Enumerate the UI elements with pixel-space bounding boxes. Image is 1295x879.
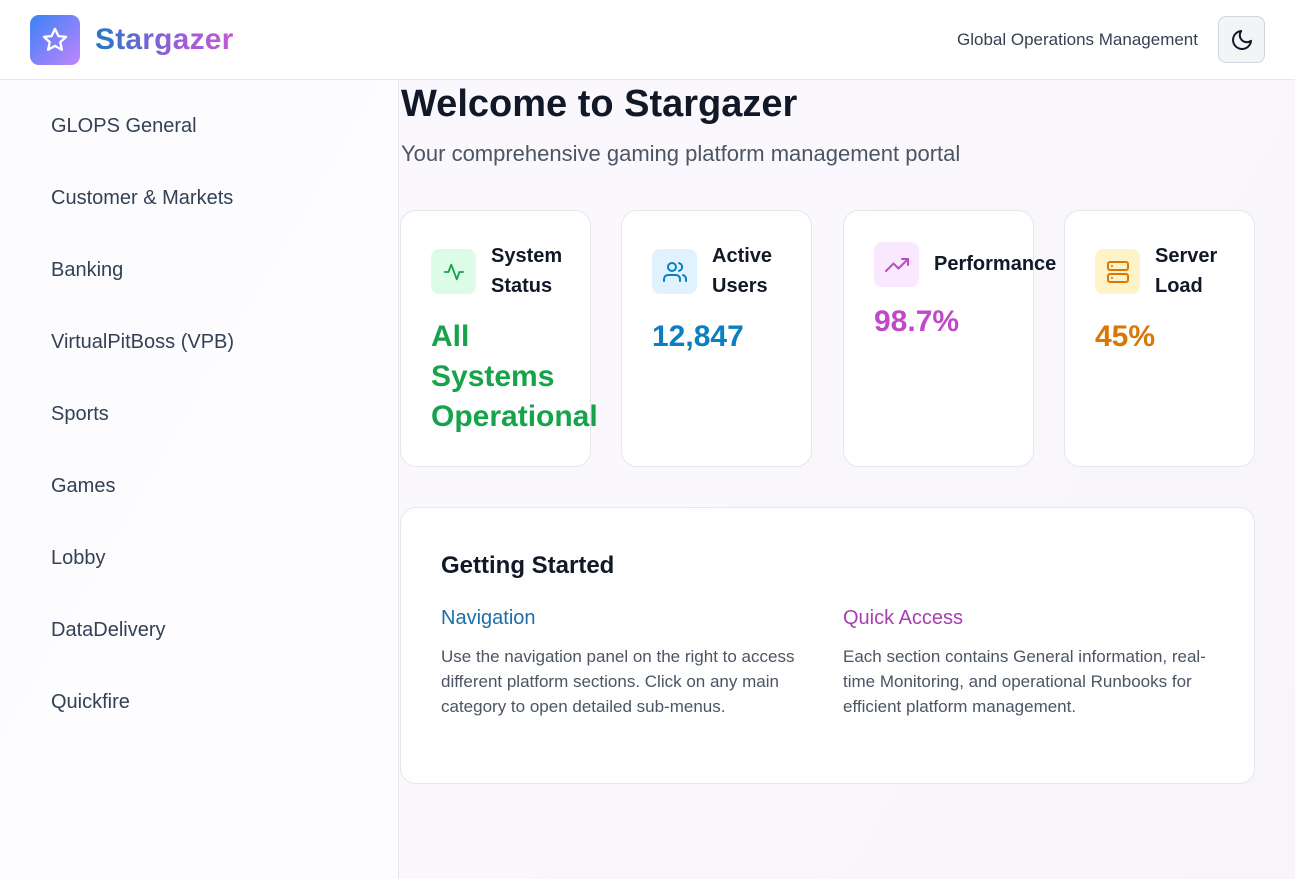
active-users-card: Active Users 12,847 <box>621 210 812 467</box>
theme-toggle-button[interactable] <box>1218 16 1265 63</box>
card-label: System Status <box>491 241 562 301</box>
status-value-line: All <box>431 320 470 353</box>
sidebar-item-customer-markets[interactable]: Customer & Markets <box>51 184 233 212</box>
sidebar-item-banking[interactable]: Banking <box>51 256 123 284</box>
sidebar-item-quickfire[interactable]: Quickfire <box>51 688 130 716</box>
page-title: Welcome to Stargazer <box>401 83 798 125</box>
moon-icon <box>1231 29 1252 50</box>
brand-name[interactable]: Stargazer <box>95 20 234 60</box>
users-icon-box <box>652 249 697 294</box>
trending-up-icon <box>884 257 909 272</box>
active-users-value: 12,847 <box>652 320 744 353</box>
server-icon <box>1106 260 1129 283</box>
quick-access-heading: Quick Access <box>843 607 964 629</box>
card-label-line: Load <box>1155 275 1203 297</box>
sidebar-item-lobby[interactable]: Lobby <box>51 544 106 572</box>
card-label-line: Server <box>1155 245 1218 267</box>
server-load-card: Server Load 45% <box>1064 210 1255 467</box>
card-label-line: Users <box>712 275 768 297</box>
activity-icon <box>443 263 464 280</box>
quick-access-text: Each section contains General informatio… <box>843 647 1206 716</box>
performance-value: 98.7% <box>874 305 960 338</box>
performance-card: Performance 98.7% <box>843 210 1056 467</box>
sidebar-item-virtualpitboss[interactable]: VirtualPitBoss (VPB) <box>51 328 234 356</box>
navigation-heading: Navigation <box>441 607 536 629</box>
sidebar-item-games[interactable]: Games <box>51 472 115 500</box>
trending-icon-box <box>874 242 919 287</box>
card-label: Performance <box>934 253 1057 275</box>
server-load-value: 45% <box>1095 320 1156 353</box>
system-status-value: All Systems Operational <box>431 317 598 437</box>
card-label: Active Users <box>712 241 772 301</box>
system-status-card: System Status All Systems Operational <box>400 210 598 467</box>
top-header: Stargazer Global Operations Management <box>0 0 1295 80</box>
status-value-line: Systems <box>431 360 555 393</box>
page-subtitle: Your comprehensive gaming platform manag… <box>401 141 961 166</box>
server-icon-box <box>1095 249 1140 294</box>
users-icon <box>662 261 687 282</box>
card-label-line: System <box>491 245 563 267</box>
card-label-line: Status <box>491 275 553 297</box>
navigation-text: Use the navigation panel on the right to… <box>441 647 795 716</box>
sidebar-item-sports[interactable]: Sports <box>51 400 109 428</box>
getting-started-card: Getting Started Navigation Use the navig… <box>400 507 1255 784</box>
card-label-line: Active <box>712 245 773 267</box>
header-subtitle: Global Operations Management <box>957 30 1198 49</box>
sidebar-item-datadelivery[interactable]: DataDelivery <box>51 616 165 644</box>
getting-started-title: Getting Started <box>441 552 615 579</box>
activity-icon-box <box>431 249 476 294</box>
sidebar-item-glops-general[interactable]: GLOPS General <box>51 112 197 140</box>
card-label: Server Load <box>1155 241 1217 301</box>
logo[interactable] <box>30 15 80 65</box>
status-value-line: Operational <box>431 400 598 433</box>
sidebar: GLOPS General Customer & Markets Banking… <box>0 80 399 879</box>
star-icon <box>42 27 68 51</box>
